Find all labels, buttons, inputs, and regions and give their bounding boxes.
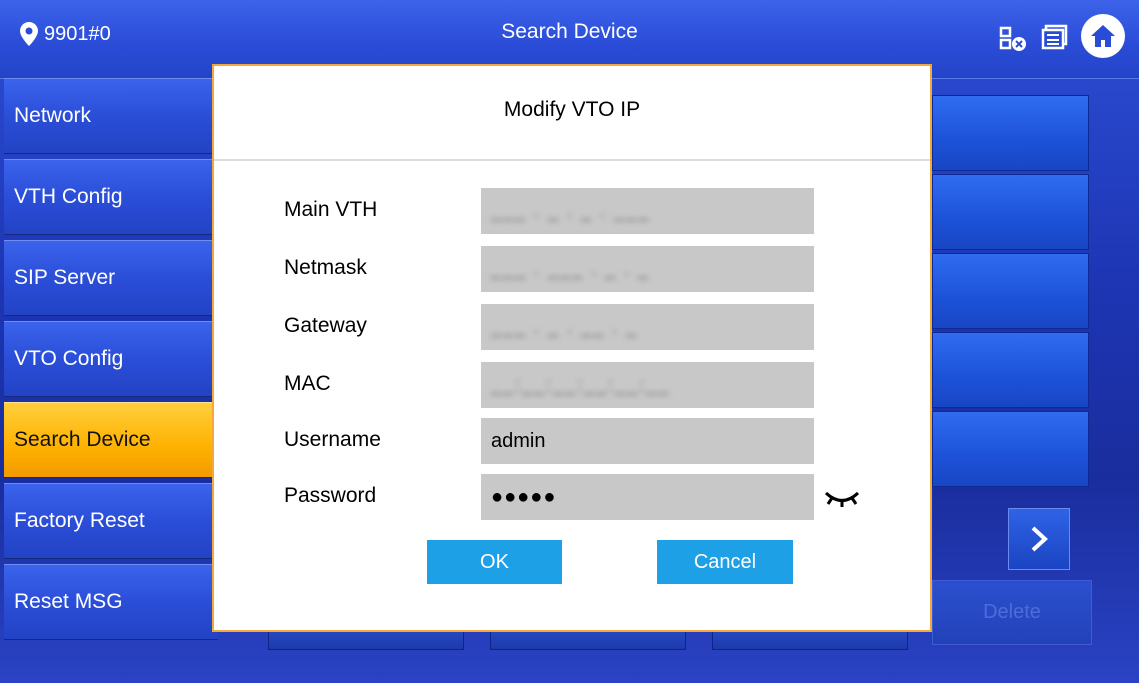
netmask-label: Netmask	[284, 256, 367, 279]
gateway-field[interactable]: ___ . _ . __ . _	[481, 304, 814, 350]
netmask-value: ___ . ___ . _ . _	[491, 258, 651, 279]
network-disconnected-icon	[999, 26, 1026, 51]
password-label: Password	[284, 484, 377, 507]
username-label: Username	[284, 428, 381, 451]
mac-label: MAC	[284, 372, 331, 395]
ok-button[interactable]: OK	[427, 540, 562, 584]
mac-value: __:__:__:__:__:__	[491, 374, 671, 395]
gateway-value: ___ . _ . __ . _	[491, 316, 639, 337]
sidebar-item-label: SIP Server	[14, 266, 116, 289]
main-vth-ip-field[interactable]: ___ . _ . _ . ___	[481, 188, 814, 234]
home-icon	[1091, 25, 1115, 47]
sidebar-item-label: Reset MSG	[14, 590, 123, 613]
netmask-field[interactable]: ___ . ___ . _ . _	[481, 246, 814, 292]
main-vth-ip-value: ___ . _ . _ . ___	[491, 200, 651, 221]
sidebar-item-search-device[interactable]: Search Device	[4, 402, 218, 478]
sidebar-item-vto-config[interactable]: VTO Config	[4, 321, 218, 397]
gateway-label: Gateway	[284, 314, 367, 337]
mac-field: __:__:__:__:__:__	[481, 362, 814, 408]
cancel-button[interactable]: Cancel	[657, 540, 793, 584]
sidebar-item-label: Factory Reset	[14, 509, 145, 532]
sidebar-item-factory-reset[interactable]: Factory Reset	[4, 483, 218, 559]
chevron-right-icon	[1031, 526, 1048, 552]
sidebar-item-label: VTH Config	[14, 185, 123, 208]
sidebar-item-label: Network	[14, 104, 92, 127]
page-title: Search Device	[501, 20, 638, 43]
sidebar-item-vth-config[interactable]: VTH Config	[4, 159, 218, 235]
password-value: ●●●●●	[491, 485, 557, 508]
divider	[214, 159, 930, 161]
device-list-button[interactable]	[932, 411, 1089, 487]
show-password-icon[interactable]	[822, 488, 862, 508]
dialog-title: Modify VTO IP	[503, 98, 641, 121]
top-icons	[997, 14, 1125, 58]
screen: 9901#0 Search Device Network VTH Config	[0, 0, 1139, 683]
sidebar-item-network[interactable]: Network	[4, 78, 218, 154]
username-value: admin	[491, 429, 546, 452]
sidebar-item-sip-server[interactable]: SIP Server	[4, 240, 218, 316]
device-list-button[interactable]	[932, 95, 1089, 171]
sidebar-item-label: VTO Config	[14, 347, 124, 370]
sidebar-item-label: Search Device	[14, 428, 151, 451]
next-page-button[interactable]	[1008, 508, 1070, 570]
device-list-button[interactable]	[932, 332, 1089, 408]
monitor-icon	[1041, 24, 1068, 50]
sidebar-item-reset-msg[interactable]: Reset MSG	[4, 564, 218, 640]
device-list-button[interactable]	[932, 174, 1089, 250]
delete-button[interactable]: Delete	[932, 580, 1092, 645]
device-list-button[interactable]	[932, 253, 1089, 329]
home-button[interactable]	[1081, 14, 1125, 58]
modify-vto-ip-dialog: Modify VTO IP Main VTH IP ___ . _ . _ . …	[212, 64, 932, 632]
password-field[interactable]: ●●●●●	[481, 474, 814, 520]
main-vth-ip-label: Main VTH IP	[284, 198, 384, 221]
username-field[interactable]: admin	[481, 418, 814, 464]
